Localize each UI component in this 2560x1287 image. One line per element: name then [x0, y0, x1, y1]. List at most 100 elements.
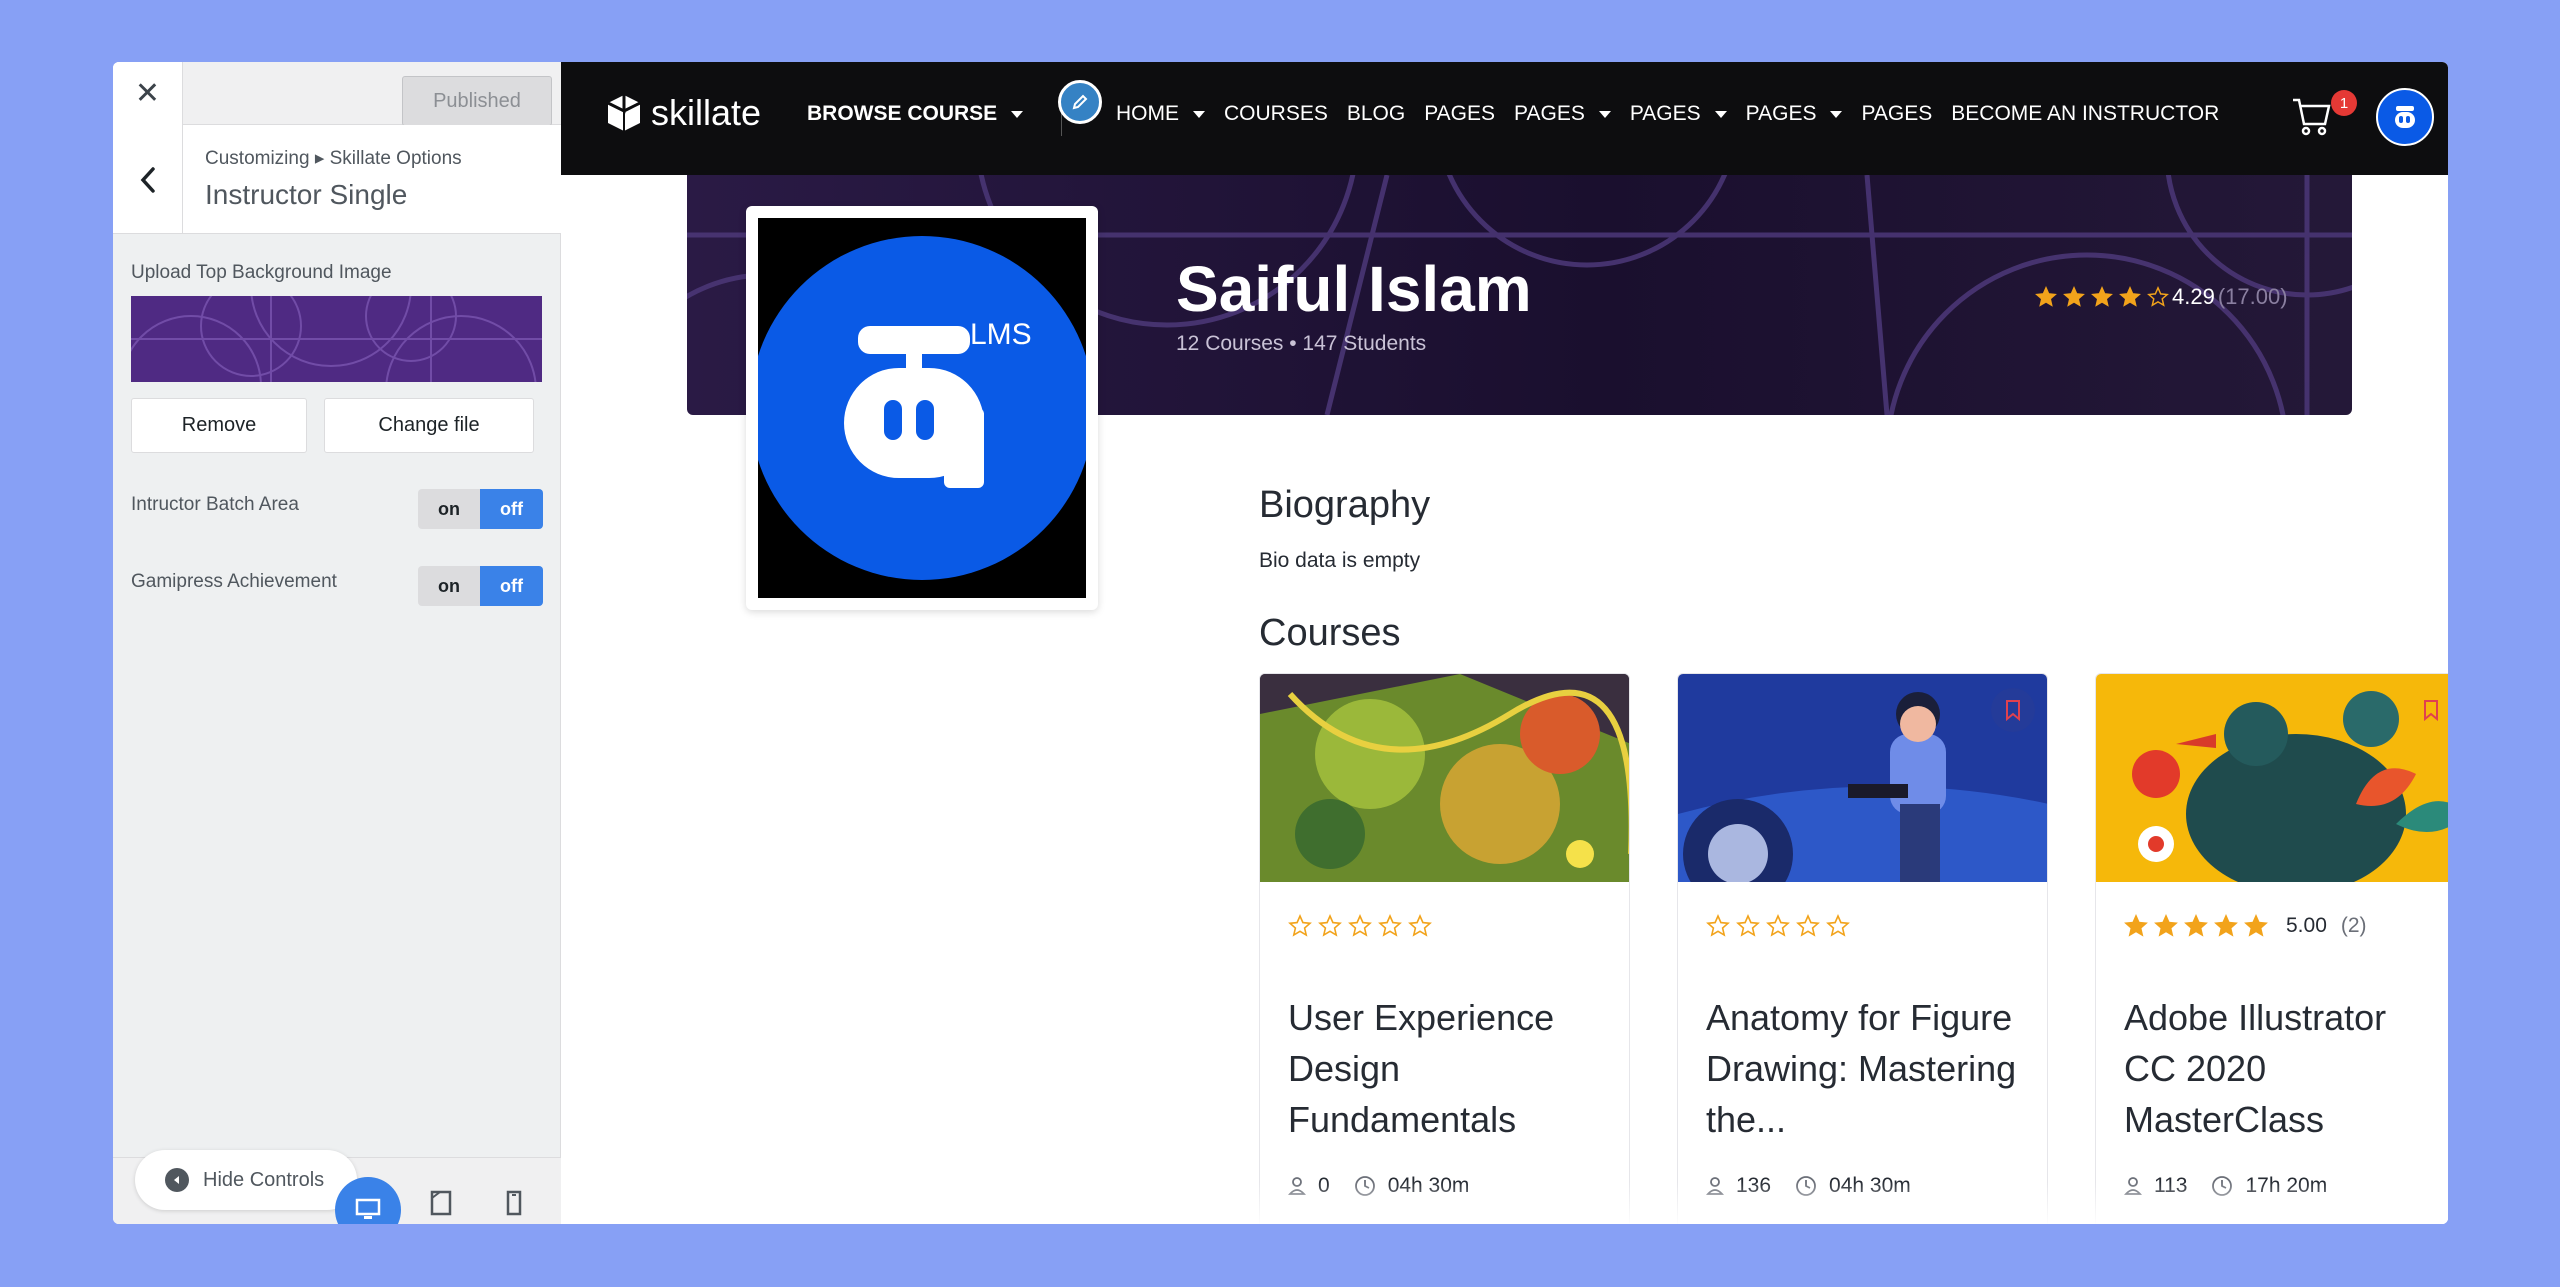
nav-item-label: PAGES	[1629, 102, 1701, 125]
courses-heading: Courses	[1259, 612, 1401, 654]
bookmark-icon	[2006, 700, 2020, 721]
rating-value: 4.29	[2172, 284, 2215, 309]
star-icon	[1736, 914, 1760, 937]
rating-count: (17.00)	[2217, 284, 2288, 309]
preview-mobile-button[interactable]	[494, 1182, 534, 1224]
preview-tablet-button[interactable]	[421, 1182, 461, 1224]
course-thumbnail	[2096, 674, 2448, 882]
toggle-off-option[interactable]: off	[480, 566, 543, 606]
browse-course-dropdown[interactable]: BROWSE COURSE	[807, 102, 1024, 126]
course-title[interactable]: Anatomy for Figure Drawing: Mastering th…	[1706, 992, 2026, 1145]
nav-item[interactable]: PAGES	[1514, 102, 1611, 126]
toggle-on-option[interactable]: on	[418, 489, 480, 529]
bookmark-button[interactable]	[1991, 688, 2035, 732]
course-rating	[1288, 914, 1464, 938]
biography-text: Bio data is empty	[1259, 549, 1421, 572]
star-icon	[2035, 286, 2057, 307]
nav-item-label: COURSES	[1224, 102, 1328, 125]
instructor-photo: LMS	[758, 218, 1086, 598]
nav-item[interactable]: BLOG	[1347, 102, 1405, 126]
chevron-down-icon	[1714, 110, 1727, 118]
star-icon	[1288, 914, 1312, 937]
star-icon	[2147, 286, 2169, 307]
site-header: skillate BROWSE COURSE HOME COURSES BLOG PA…	[561, 62, 2448, 175]
toggle-on-option[interactable]: on	[418, 566, 480, 606]
course-card[interactable]: User Experience Design Fundamentals 0 04…	[1259, 673, 1630, 1224]
star-icon	[1796, 914, 1820, 937]
user-avatar[interactable]	[2376, 88, 2434, 146]
star-icon	[1766, 914, 1790, 937]
nav-item[interactable]: PAGES	[1746, 102, 1843, 126]
star-icon	[1826, 914, 1850, 937]
mobile-icon	[506, 1190, 522, 1216]
cart-icon	[2293, 98, 2331, 136]
nav-item[interactable]: PAGES	[1861, 102, 1932, 126]
customizer-window: ✕ Published Customizing ▸ Skillate Optio…	[113, 62, 2448, 1224]
breadcrumb: Customizing ▸ Skillate Options	[205, 148, 462, 169]
instructor-photo-frame: LMS	[746, 206, 1098, 610]
toggle-off-option[interactable]: off	[480, 489, 543, 529]
collapse-icon	[165, 1168, 189, 1192]
chevron-down-icon	[1011, 110, 1024, 118]
bookmark-button[interactable]	[2409, 688, 2448, 732]
star-icon	[2184, 914, 2208, 937]
star-icon	[2244, 914, 2268, 937]
lms-robot-icon	[2395, 106, 2415, 128]
main-menu: HOME COURSES BLOG PAGES PAGES PAGES PAGES PAGES…	[1116, 102, 2219, 126]
course-card[interactable]: 5.00 (2) Adobe Illustrator CC 2020 Maste…	[2095, 673, 2448, 1224]
star-icon	[1318, 914, 1342, 937]
close-customizer-button[interactable]: ✕	[113, 62, 183, 125]
desktop-icon	[355, 1198, 381, 1219]
star-icon	[1378, 914, 1402, 937]
star-icon	[2214, 914, 2238, 937]
nav-item[interactable]: PAGES	[1630, 102, 1727, 126]
gamipress-toggle[interactable]: on off	[418, 566, 543, 606]
change-file-button[interactable]: Change file	[324, 398, 534, 453]
course-thumbnail	[1260, 674, 1629, 882]
bookmark-icon	[2424, 700, 2438, 721]
nav-item[interactable]: PAGES	[1424, 102, 1495, 126]
course-card[interactable]: Anatomy for Figure Drawing: Mastering th…	[1677, 673, 2048, 1224]
published-button[interactable]: Published	[402, 76, 552, 126]
nav-item-label: BECOME AN INSTRUCTOR	[1951, 102, 2220, 125]
nav-item-label: PAGES	[1424, 102, 1496, 125]
cart-button[interactable]	[2291, 94, 2331, 143]
course-rating: 5.00 (2)	[2124, 914, 2367, 938]
course-rating	[1706, 914, 1882, 938]
nav-item-label: PAGES	[1514, 102, 1585, 125]
star-icon	[2119, 286, 2141, 307]
nav-item[interactable]: BECOME AN INSTRUCTOR	[1951, 102, 2219, 126]
toggle-label-gamipress: Gamipress Achievement	[131, 571, 337, 592]
panel-title: Instructor Single	[205, 179, 408, 210]
hide-controls-button[interactable]: Hide Controls	[135, 1150, 357, 1210]
panel-header: Customizing ▸ Skillate Options Instructo…	[113, 125, 561, 234]
nav-item-label: BLOG	[1346, 102, 1406, 125]
remove-image-button[interactable]: Remove	[131, 398, 307, 453]
bg-image-preview	[131, 296, 542, 382]
nav-item[interactable]: COURSES	[1224, 102, 1328, 126]
logo-text: skillate	[651, 92, 762, 133]
back-button[interactable]	[113, 125, 183, 234]
skillate-logo-icon	[607, 95, 641, 131]
course-rating-stars	[1288, 914, 1432, 938]
site-logo[interactable]: skillate	[605, 92, 761, 134]
course-rating-count: (2)	[2340, 914, 2367, 937]
bg-image-label: Upload Top Background Image	[131, 262, 392, 283]
course-thumbnail	[1678, 674, 2047, 882]
nav-item[interactable]: HOME	[1116, 102, 1205, 126]
star-icon	[2124, 914, 2148, 937]
instructor-rating-stars	[2035, 286, 2169, 308]
star-icon	[1348, 914, 1372, 937]
customizer-sidebar: ✕ Published Customizing ▸ Skillate Optio…	[113, 62, 561, 1224]
bottom-fade	[561, 1182, 2448, 1224]
star-icon	[1408, 914, 1432, 937]
star-icon	[2091, 286, 2113, 307]
chevron-left-icon	[140, 166, 155, 193]
nav-item-label: PAGES	[1745, 102, 1817, 125]
course-title[interactable]: Adobe Illustrator CC 2020 MasterClass	[2124, 992, 2444, 1145]
instructor-stats: 12 Courses • 147 Students	[1176, 332, 1427, 355]
star-icon	[2063, 286, 2085, 307]
course-title[interactable]: User Experience Design Fundamentals	[1288, 992, 1608, 1145]
edit-shortcut-button[interactable]	[1058, 80, 1102, 124]
batch-area-toggle[interactable]: on off	[418, 489, 543, 529]
